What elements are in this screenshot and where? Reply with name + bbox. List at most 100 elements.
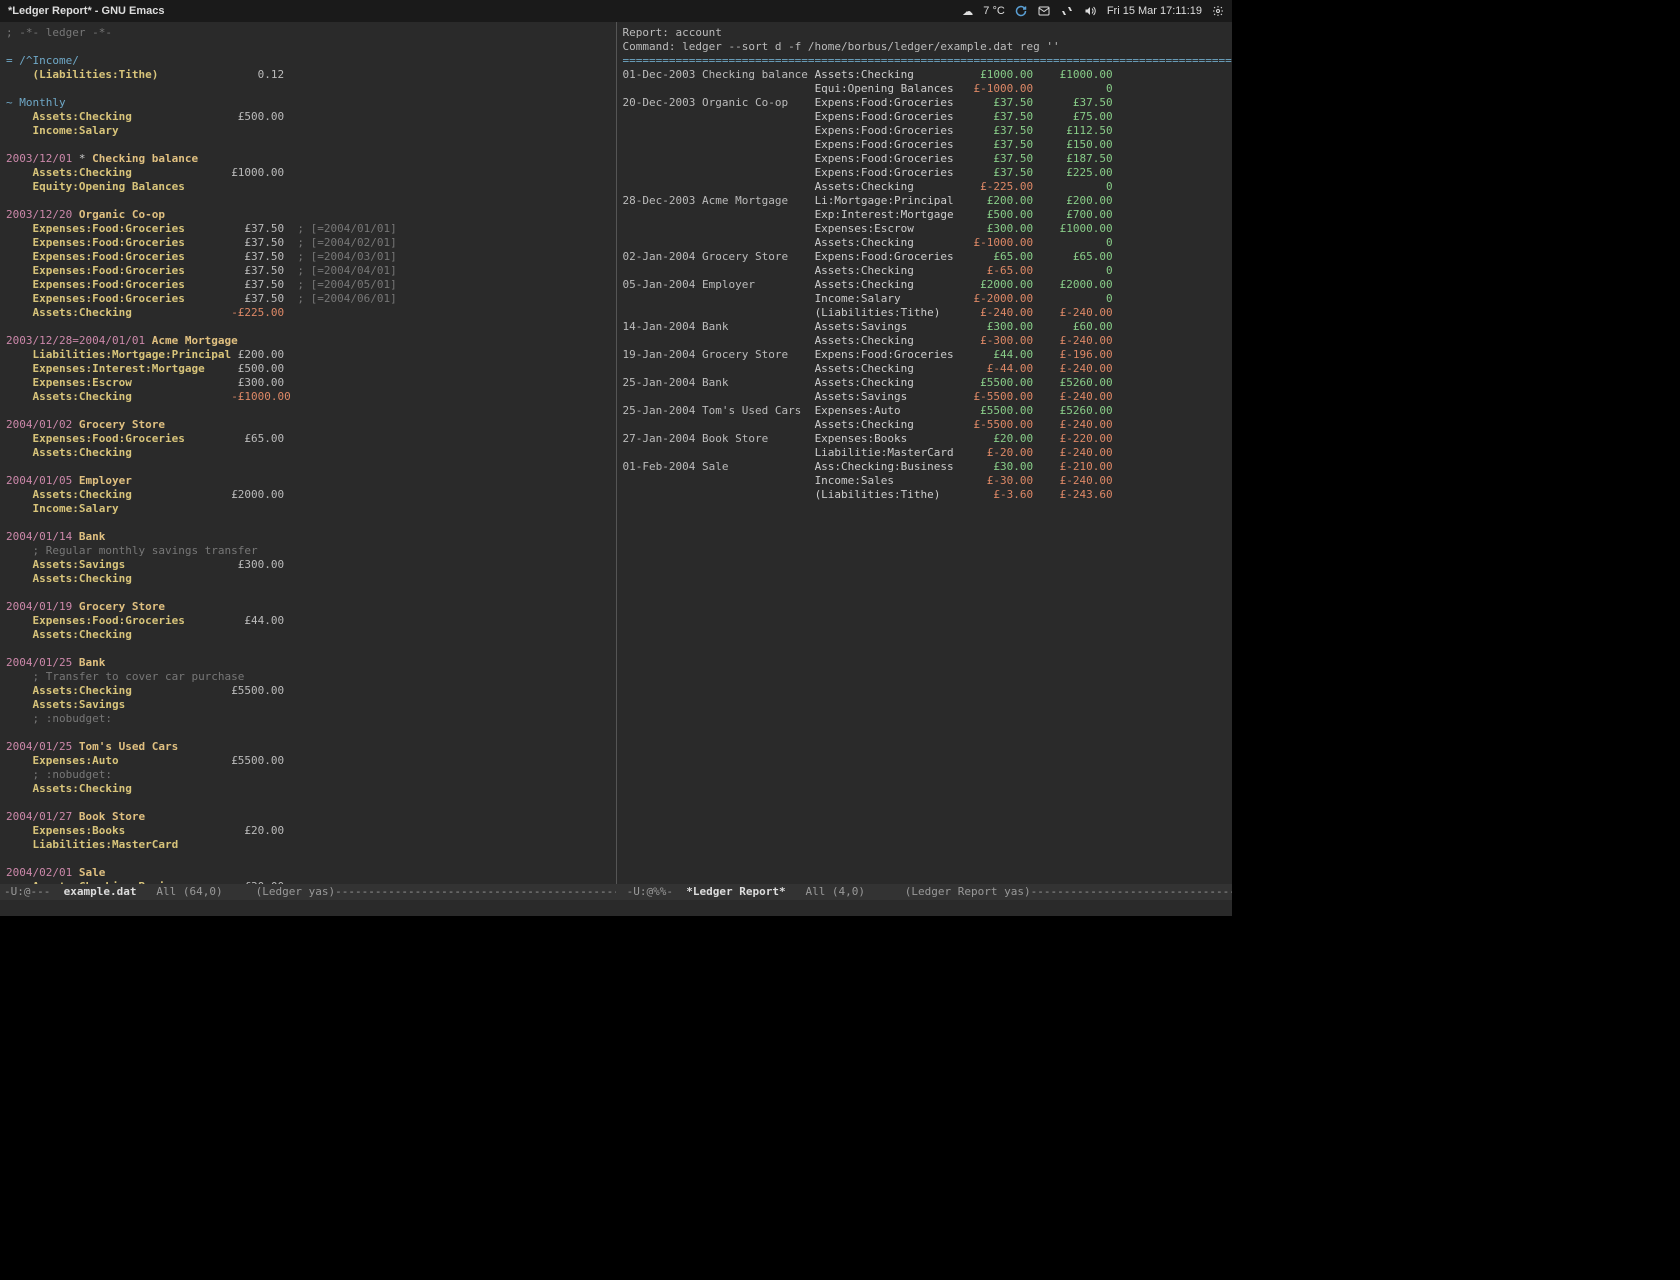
register-account: Expenses:Escrow [815, 222, 961, 235]
txn-payee: Bank [79, 656, 106, 669]
posting-account: Expenses:Interest:Mortgage [33, 362, 232, 375]
register-amount: £37.50 [967, 110, 1033, 123]
register-amount: £1000.00 [967, 68, 1033, 81]
register-balance: 0 [1046, 236, 1112, 249]
txn-payee: Tom's Used Cars [79, 740, 178, 753]
ledger-report-buffer[interactable]: Report: account Command: ledger --sort d… [617, 22, 1233, 884]
register-account: Assets:Checking [815, 180, 961, 193]
register-balance: £1000.00 [1046, 222, 1112, 235]
register-balance: £-240.00 [1046, 418, 1112, 431]
txn-date: 2004/01/05 [6, 474, 72, 487]
posting-account: Assets:Checking [33, 306, 232, 319]
register-account: Expens:Food:Groceries [815, 110, 961, 123]
txn-payee: Employer [79, 474, 132, 487]
register-balance: £200.00 [1046, 194, 1112, 207]
posting-amount: £200.00 [231, 348, 284, 361]
register-balance: £112.50 [1046, 124, 1112, 137]
mode-comment: ; -*- ledger -*- [6, 26, 112, 39]
txn-date: 2003/12/20 [6, 208, 72, 221]
register-amount: £-20.00 [967, 446, 1033, 459]
posting-account: Assets:Checking [33, 166, 232, 179]
register-amount: £-65.00 [967, 264, 1033, 277]
register-amount: £-240.00 [967, 306, 1033, 319]
posting-account: Equity:Opening Balances [33, 180, 232, 193]
posting-amount: £2000.00 [231, 488, 284, 501]
register-account: Assets:Checking [815, 264, 961, 277]
posting-amount: £5500.00 [231, 684, 284, 697]
automated-txn: = /^Income/ [6, 54, 79, 67]
txn-payee: Grocery Store [79, 418, 165, 431]
posting-amount: £20.00 [231, 824, 284, 837]
posting-amount: £500.00 [231, 362, 284, 375]
register-balance: £-240.00 [1046, 306, 1112, 319]
register-account: Expens:Food:Groceries [815, 138, 961, 151]
register-balance: £700.00 [1046, 208, 1112, 221]
ledger-source-buffer[interactable]: ; -*- ledger -*- = /^Income/ (Liabilitie… [0, 22, 617, 884]
register-balance: £187.50 [1046, 152, 1112, 165]
register-account: Expenses:Books [815, 432, 961, 445]
txn-payee: Sale [79, 866, 106, 879]
modeline: -U:@--- example.dat All (64,0) (Ledger y… [0, 884, 1232, 900]
register-account: Assets:Checking [815, 334, 961, 347]
register-account: Expens:Food:Groceries [815, 96, 961, 109]
register-amount: £65.00 [967, 250, 1033, 263]
register-account: Expens:Food:Groceries [815, 250, 961, 263]
posting-account: Assets:Checking [33, 446, 232, 459]
register-amount: £5500.00 [967, 376, 1033, 389]
report-divider: ========================================… [623, 54, 1233, 67]
txn-date: 2004/01/14 [6, 530, 72, 543]
posting-amount [231, 782, 284, 795]
report-command: Command: ledger --sort d -f /home/borbus… [623, 40, 1060, 53]
register-account: Expens:Food:Groceries [815, 124, 961, 137]
posting-account: Expenses:Books [33, 824, 232, 837]
network-icon[interactable] [1061, 5, 1073, 17]
register-amount: £300.00 [967, 222, 1033, 235]
register-balance: £75.00 [1046, 110, 1112, 123]
posting-account: Assets:Checking [33, 390, 232, 403]
window-title: *Ledger Report* - GNU Emacs [8, 5, 164, 17]
posting-account: Liabilities:MasterCard [33, 838, 232, 851]
posting-account: Expenses:Food:Groceries [33, 432, 232, 445]
register-amount: £37.50 [967, 166, 1033, 179]
settings-icon[interactable] [1212, 5, 1224, 17]
buffer-name-right: *Ledger Report* [686, 885, 785, 898]
register-amount: £-225.00 [967, 180, 1033, 193]
register-amount: £37.50 [967, 124, 1033, 137]
posting-account: Expenses:Food:Groceries [33, 278, 232, 291]
posting-amount: £37.50 [231, 264, 284, 277]
refresh-icon[interactable] [1015, 5, 1027, 17]
register-balance: £-240.00 [1046, 446, 1112, 459]
mail-icon[interactable] [1037, 5, 1051, 17]
posting-account: Assets:Checking [33, 572, 232, 585]
posting-account: Expenses:Food:Groceries [33, 292, 232, 305]
editor-area: ; -*- ledger -*- = /^Income/ (Liabilitie… [0, 22, 1232, 884]
register-amount: £-30.00 [967, 474, 1033, 487]
register-balance: 0 [1046, 82, 1112, 95]
txn-date: 2003/12/01 [6, 152, 72, 165]
txn-date: 2004/01/25 [6, 740, 72, 753]
modeline-right: -U:@%%- *Ledger Report* All (4,0) (Ledge… [616, 884, 1232, 900]
minibuffer[interactable] [0, 900, 1232, 916]
register-amount: £20.00 [967, 432, 1033, 445]
register-balance: £-210.00 [1046, 460, 1112, 473]
txn-payee: Bank [79, 530, 106, 543]
register-amount: £-1000.00 [967, 82, 1033, 95]
register-account: Assets:Checking [815, 362, 961, 375]
posting-amount: -£1000.00 [231, 390, 291, 403]
posting-amount: £37.50 [231, 236, 284, 249]
register-account: Exp:Interest:Mortgage [815, 208, 961, 221]
weather-icon: ☁ [962, 5, 973, 18]
posting-amount: £1000.00 [231, 166, 284, 179]
posting-amount [231, 572, 284, 585]
posting-account: Assets:Checking [33, 628, 232, 641]
posting-amount: £44.00 [231, 614, 284, 627]
posting-account: Expenses:Auto [33, 754, 232, 767]
posting-amount: £65.00 [231, 432, 284, 445]
posting-amount: £300.00 [231, 558, 284, 571]
register-account: (Liabilities:Tithe) [815, 306, 961, 319]
system-tray: ☁ 7 °C Fri 15 Mar 17:11:19 [962, 5, 1224, 18]
volume-icon[interactable] [1083, 5, 1097, 17]
posting-amount: £37.50 [231, 222, 284, 235]
register-balance: £-196.00 [1046, 348, 1112, 361]
posting-account: Expenses:Food:Groceries [33, 614, 232, 627]
